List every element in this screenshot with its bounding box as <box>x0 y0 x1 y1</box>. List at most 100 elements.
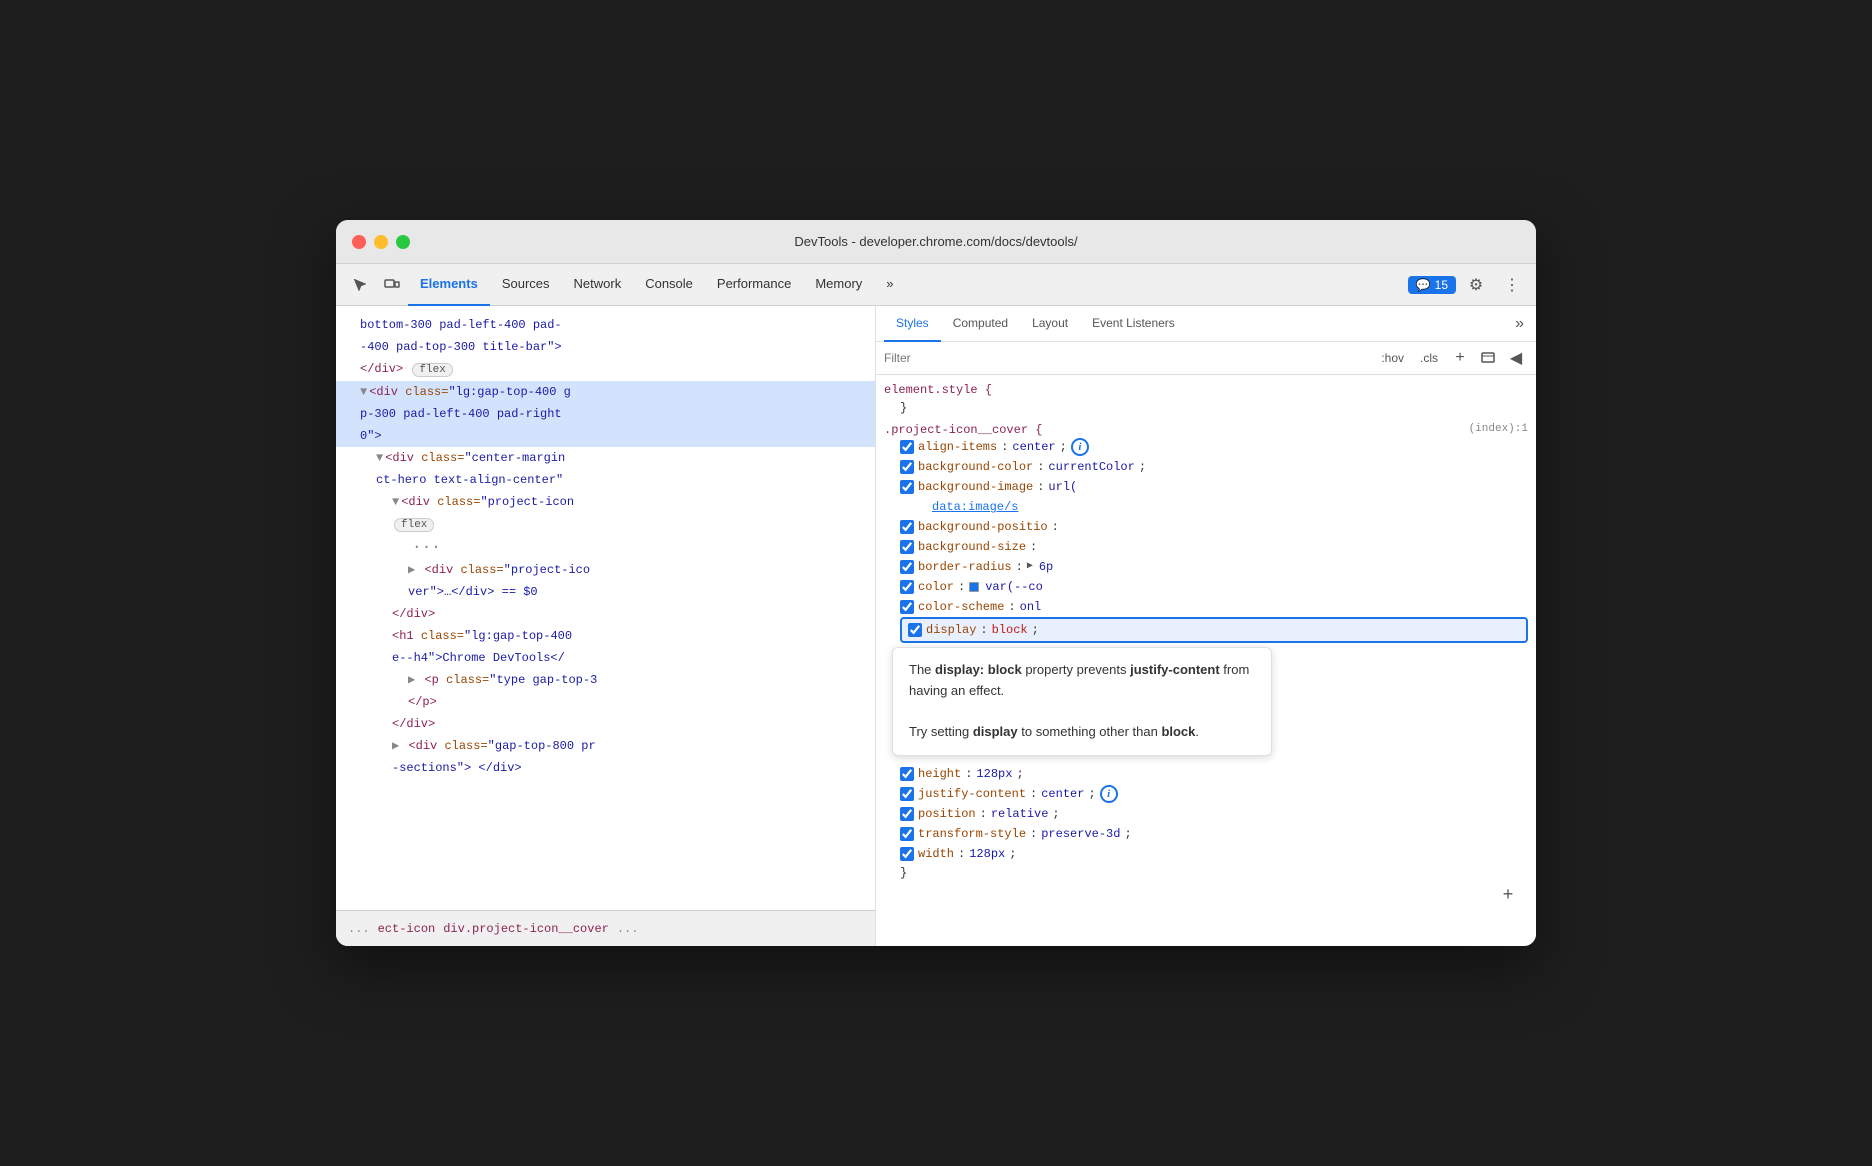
tab-styles[interactable]: Styles <box>884 306 941 342</box>
flex-badge[interactable]: flex <box>412 363 452 377</box>
tab-layout[interactable]: Layout <box>1020 306 1080 342</box>
tab-sources[interactable]: Sources <box>490 264 562 306</box>
prop-align-items-checkbox[interactable] <box>900 440 914 454</box>
filter-cls-button[interactable]: .cls <box>1414 349 1444 367</box>
dom-line[interactable]: ▶ <div class="gap-top-800 pr <box>336 735 875 757</box>
element-picker-icon[interactable] <box>344 269 376 301</box>
filter-hov-button[interactable]: :hov <box>1375 349 1410 367</box>
styles-tab-more[interactable]: » <box>1511 311 1528 337</box>
prop-transform-style: transform-style : preserve-3d ; <box>900 824 1528 844</box>
more-options-icon[interactable]: ⋮ <box>1496 269 1528 301</box>
dom-panel-content[interactable]: bottom-300 pad-left-400 pad- -400 pad-to… <box>336 306 875 910</box>
flex-badge-2[interactable]: flex <box>394 518 434 532</box>
breadcrumb-ellipsis-right[interactable]: ... <box>617 922 639 936</box>
color-swatch[interactable] <box>969 582 979 592</box>
dom-line[interactable]: ▶ <div class="project-ico <box>336 559 875 581</box>
close-button[interactable] <box>352 235 366 249</box>
prop-border-radius: border-radius : ▶ 6p <box>900 557 1528 577</box>
tab-console[interactable]: Console <box>633 264 705 306</box>
dom-line[interactable]: ▼<div class="center-margin <box>336 447 875 469</box>
tab-network[interactable]: Network <box>562 264 634 306</box>
tab-computed[interactable]: Computed <box>941 306 1020 342</box>
prop-width-checkbox[interactable] <box>900 847 914 861</box>
dom-line[interactable]: flex <box>336 513 875 536</box>
prop-background-image-value: data:image/s <box>932 497 1528 517</box>
devtools-tab-bar: Elements Sources Network Console Perform… <box>336 264 1536 306</box>
dom-line-dollar-zero[interactable]: ver">…</div> == $0 <box>336 581 875 603</box>
prop-height-checkbox[interactable] <box>900 767 914 781</box>
dom-line[interactable]: bottom-300 pad-left-400 pad- <box>336 314 875 336</box>
justify-content-info-icon[interactable]: i <box>1100 785 1118 803</box>
dom-line[interactable]: </div> <box>336 713 875 735</box>
dom-line[interactable]: e--h4">Chrome DevTools</ <box>336 647 875 669</box>
device-toggle-icon[interactable] <box>376 269 408 301</box>
add-style-button[interactable]: + <box>1496 884 1520 908</box>
tooltip-box: The display: block property prevents jus… <box>892 647 1272 756</box>
maximize-button[interactable] <box>396 235 410 249</box>
filter-back-button[interactable]: ◀ <box>1504 346 1528 370</box>
prop-background-image-checkbox[interactable] <box>900 480 914 494</box>
prop-background-position: background-positio : <box>900 517 1528 537</box>
prop-justify-content-checkbox[interactable] <box>900 787 914 801</box>
dom-line-selected[interactable]: ▼<div class="lg:gap-top-400 g <box>336 381 875 403</box>
tab-memory[interactable]: Memory <box>803 264 874 306</box>
dom-line[interactable]: -sections"> </div> <box>336 757 875 779</box>
prop-background-position-checkbox[interactable] <box>900 520 914 534</box>
breadcrumb-item-2[interactable]: div.project-icon__cover <box>443 922 609 936</box>
dom-line-selected[interactable]: p-300 pad-left-400 pad-right <box>336 403 875 425</box>
prop-color-checkbox[interactable] <box>900 580 914 594</box>
breadcrumb-ellipsis-left[interactable]: ... <box>348 922 370 936</box>
prop-background-color-checkbox[interactable] <box>900 460 914 474</box>
prop-color-scheme: color-scheme : onl <box>900 597 1528 617</box>
dom-line[interactable]: </p> <box>336 691 875 713</box>
align-items-info-icon[interactable]: i <box>1071 438 1089 456</box>
tab-elements[interactable]: Elements <box>408 264 490 306</box>
tab-performance[interactable]: Performance <box>705 264 803 306</box>
dom-line[interactable]: -400 pad-top-300 title-bar"> <box>336 336 875 358</box>
prop-width: width : 128px ; <box>900 844 1528 864</box>
styles-panel: Styles Computed Layout Event Listeners »… <box>876 306 1536 946</box>
rule-header[interactable]: .project-icon__cover { (index):1 <box>884 423 1528 437</box>
notification-badge[interactable]: 💬 15 <box>1408 276 1456 294</box>
element-style-rule: element.style { } <box>884 383 1528 415</box>
tab-event-listeners[interactable]: Event Listeners <box>1080 306 1187 342</box>
rule-close-brace: } <box>900 866 1528 880</box>
data-image-link[interactable]: data:image/s <box>932 498 1018 516</box>
dom-line[interactable]: ··· <box>336 536 875 559</box>
dom-line[interactable]: ct-hero text-align-center" <box>336 469 875 491</box>
filter-input[interactable] <box>884 351 1367 365</box>
traffic-lights <box>352 235 410 249</box>
dom-line-selected[interactable]: 0"> <box>336 425 875 447</box>
dom-dots[interactable]: ··· <box>408 538 445 556</box>
project-icon-cover-rule: .project-icon__cover { (index):1 align-i… <box>884 423 1528 912</box>
tab-more[interactable]: » <box>874 264 905 306</box>
prop-position-checkbox[interactable] <box>900 807 914 821</box>
filter-snapshot-button[interactable] <box>1476 346 1500 370</box>
filter-add-button[interactable]: + <box>1448 346 1472 370</box>
title-bar: DevTools - developer.chrome.com/docs/dev… <box>336 220 1536 264</box>
element-style-selector[interactable]: element.style { <box>884 383 1528 397</box>
dom-line[interactable]: ▼<div class="project-icon <box>336 491 875 513</box>
prop-background-size-checkbox[interactable] <box>900 540 914 554</box>
notification-icon: 💬 <box>1416 278 1431 292</box>
prop-align-items: align-items : center ; i <box>900 437 1528 457</box>
prop-background-image: background-image : url( <box>900 477 1528 497</box>
filter-bar: :hov .cls + ◀ <box>876 342 1536 375</box>
dom-line[interactable]: ▶ <p class="type gap-top-3 <box>336 669 875 691</box>
notification-count: 15 <box>1435 278 1448 292</box>
dom-line[interactable]: <h1 class="lg:gap-top-400 <box>336 625 875 647</box>
prop-color: color : var(--co <box>900 577 1528 597</box>
dom-line[interactable]: </div> flex <box>336 358 875 381</box>
prop-background-size: background-size : <box>900 537 1528 557</box>
prop-transform-style-checkbox[interactable] <box>900 827 914 841</box>
prop-display-checkbox[interactable] <box>908 623 922 637</box>
settings-icon[interactable]: ⚙ <box>1460 269 1492 301</box>
prop-border-radius-checkbox[interactable] <box>900 560 914 574</box>
minimize-button[interactable] <box>374 235 388 249</box>
breadcrumb-item-1[interactable]: ect-icon <box>378 922 436 936</box>
dom-line[interactable]: </div> <box>336 603 875 625</box>
styles-content[interactable]: element.style { } .project-icon__cover {… <box>876 375 1536 946</box>
prop-color-scheme-checkbox[interactable] <box>900 600 914 614</box>
devtools-window: DevTools - developer.chrome.com/docs/dev… <box>336 220 1536 946</box>
prop-justify-content: justify-content : center ; i <box>900 784 1528 804</box>
